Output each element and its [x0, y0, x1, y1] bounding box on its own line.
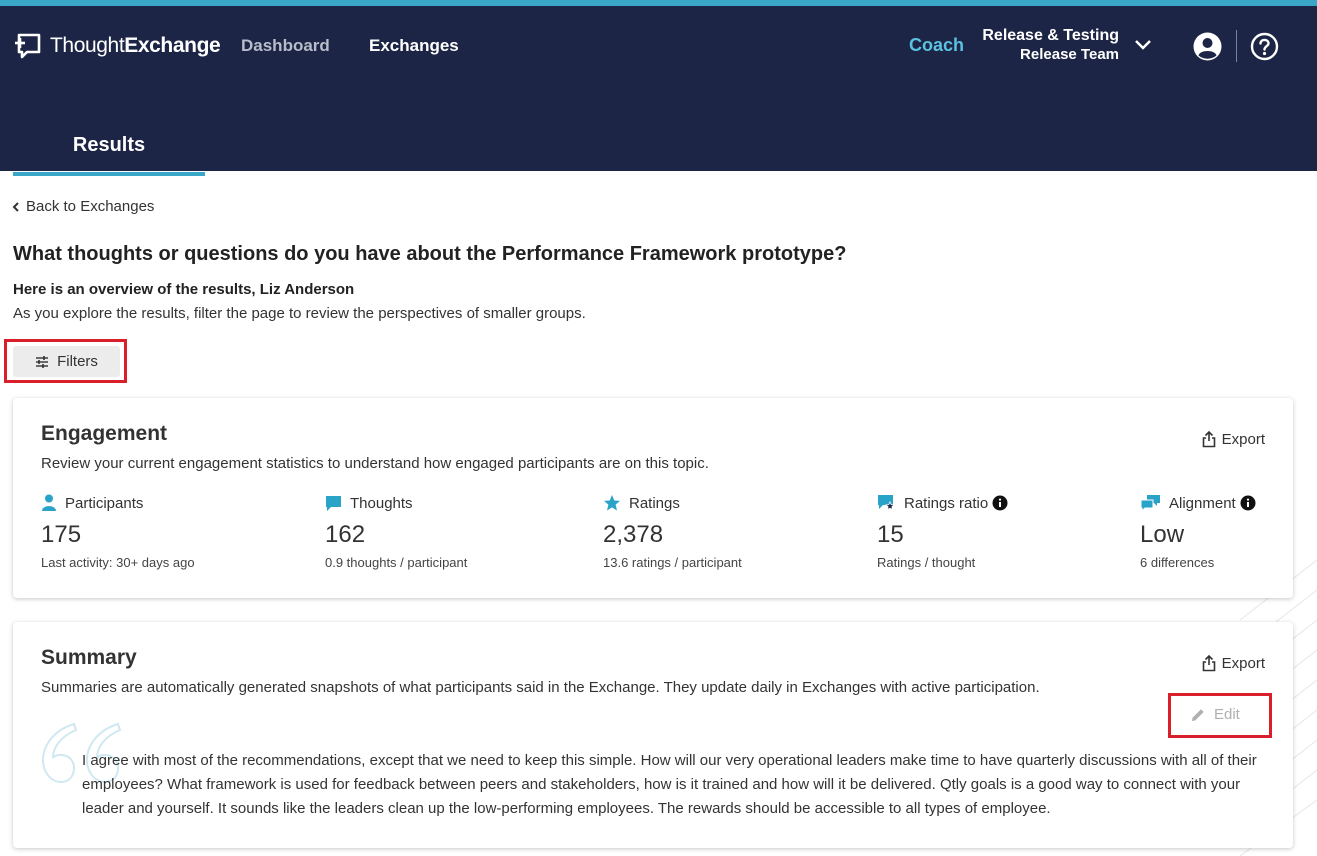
info-icon[interactable] — [992, 495, 1008, 511]
engagement-card: Engagement Review your current engagemen… — [13, 398, 1293, 598]
stat-ratings: Ratings 2,378 13.6 ratings / participant — [603, 493, 742, 571]
org-name: Release & Testing — [982, 27, 1119, 44]
stat-label: Alignment — [1169, 494, 1236, 512]
stat-value: 2,378 — [603, 521, 664, 548]
stat-label: Ratings — [629, 494, 680, 512]
summary-description: Summaries are automatically generated sn… — [41, 679, 1040, 696]
edit-summary-button[interactable]: Edit — [1190, 706, 1240, 723]
stat-sub: Last activity: 30+ days ago — [41, 555, 195, 570]
stat-thoughts: Thoughts 162 0.9 thoughts / participant — [325, 493, 468, 571]
stat-value: Low — [1140, 521, 1185, 548]
summary-quote: I agree with most of the recommendations… — [82, 752, 1257, 817]
export-icon — [1202, 655, 1215, 672]
export-label: Export — [1221, 655, 1265, 672]
export-icon — [1202, 431, 1215, 448]
tab-results-indicator — [13, 172, 205, 176]
star-icon — [603, 494, 621, 512]
back-to-exchanges-link[interactable]: Back to Exchanges — [12, 198, 154, 215]
overview-title: Here is an overview of the results, Liz … — [13, 281, 355, 298]
stat-sub: 6 differences — [1140, 555, 1215, 570]
speech-bubble-icon — [325, 495, 342, 512]
logo-text-bold: Exchange — [124, 34, 221, 57]
filters-label: Filters — [57, 353, 98, 370]
engagement-description: Review your current engagement statistic… — [41, 455, 709, 472]
pencil-icon — [1192, 708, 1204, 721]
filters-button[interactable]: Filters — [13, 346, 120, 377]
chevron-left-icon — [12, 201, 19, 212]
info-icon[interactable] — [1240, 495, 1256, 511]
user-circle-icon[interactable] — [1193, 32, 1222, 66]
stat-value: 15 — [877, 521, 904, 548]
logo-text-light: Thought — [50, 34, 125, 57]
nav-exchanges[interactable]: Exchanges — [369, 36, 459, 56]
stat-ratings-ratio: Ratings ratio 15 Ratings / thought — [877, 493, 1008, 570]
stat-label: Participants — [65, 494, 144, 512]
logo-text: ThoughtExchange — [50, 34, 221, 58]
engagement-export-button[interactable]: Export — [1202, 431, 1265, 448]
stat-participants: Participants 175 Last activity: 30+ days… — [41, 493, 195, 570]
export-label: Export — [1221, 431, 1265, 448]
stat-label: Thoughts — [350, 494, 413, 512]
app-header: ThoughtExchange Dashboard Exchanges Coac… — [0, 6, 1317, 176]
tab-results[interactable]: Results — [13, 126, 205, 171]
nav-dashboard[interactable]: Dashboard — [241, 36, 330, 56]
stat-sub: Ratings / thought — [877, 555, 976, 570]
stat-sub: 13.6 ratings / participant — [603, 555, 742, 570]
summary-export-button[interactable]: Export — [1202, 655, 1265, 672]
team-name: Release Team — [1020, 46, 1119, 63]
chevron-down-icon[interactable] — [1134, 38, 1152, 56]
thoughtexchange-logo-icon — [14, 32, 42, 60]
filters-icon — [36, 355, 49, 368]
edit-label: Edit — [1214, 706, 1240, 723]
page-title: What thoughts or questions do you have a… — [13, 243, 847, 265]
logo[interactable]: ThoughtExchange — [14, 32, 221, 60]
ratings-ratio-icon — [877, 494, 896, 512]
alignment-icon — [1140, 494, 1161, 512]
header-divider — [1236, 30, 1237, 62]
org-switcher[interactable]: Release & Testing Release Team — [982, 26, 1119, 64]
person-icon — [41, 494, 57, 512]
coach-link[interactable]: Coach — [909, 35, 964, 56]
stat-value: 175 — [41, 521, 82, 548]
stat-sub: 0.9 thoughts / participant — [325, 555, 468, 570]
engagement-title: Engagement — [41, 422, 168, 445]
stat-label: Ratings ratio — [904, 494, 989, 512]
back-link-label: Back to Exchanges — [26, 198, 155, 215]
overview-subtitle: As you explore the results, filter the p… — [13, 305, 586, 322]
stat-alignment: Alignment Low 6 differences — [1140, 493, 1256, 570]
stat-value: 162 — [325, 521, 366, 548]
help-circle-icon[interactable] — [1250, 32, 1279, 66]
summary-title: Summary — [41, 646, 137, 669]
